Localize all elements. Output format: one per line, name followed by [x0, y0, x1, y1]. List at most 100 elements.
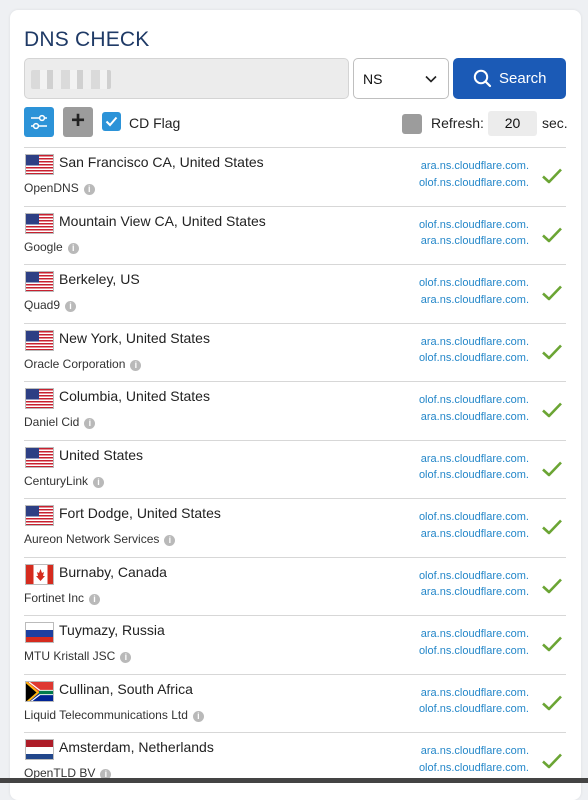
flag-us-icon [25, 212, 54, 234]
info-icon[interactable]: i [130, 359, 142, 371]
cd-flag-label: CD Flag [129, 115, 181, 131]
nameserver-value: olof.ns.cloudflare.com. [418, 277, 529, 289]
nameserver-value: olof.ns.cloudflare.com. [418, 569, 529, 582]
result-row: Columbia, United States Daniel Cid i olof.n… [24, 381, 566, 440]
info-icon[interactable]: i [93, 476, 105, 488]
refresh-interval-input[interactable]: 20 [488, 111, 537, 136]
result-provider-name: Liquid Telecommunications Ltd [24, 707, 188, 722]
result-location: Columbia, United States [59, 388, 210, 404]
result-provider-name: Fortinet Inc [24, 590, 85, 605]
check-icon [541, 460, 563, 483]
info-icon[interactable]: i [84, 418, 96, 429]
result-provider: OpenDNS i [24, 181, 95, 195]
nameserver-value: olof.ns.cloudflare.com. [418, 703, 529, 715]
check-icon [541, 226, 563, 249]
result-row: Mountain View CA, United States Google i ol… [24, 205, 566, 265]
page-title: DNS CHECK [24, 28, 150, 51]
flag-us-icon [25, 388, 54, 409]
info-icon[interactable]: i [164, 535, 176, 546]
result-row: Tuymazy, Russia MTU Kristall JSC i ara.ns.c… [24, 615, 566, 674]
result-provider-name: OpenDNS [24, 181, 79, 195]
check-icon [541, 284, 563, 307]
nameserver-value: ara.ns.cloudflare.com. [420, 527, 529, 540]
refresh-checkbox[interactable] [402, 114, 422, 134]
result-location: Berkeley, US [59, 271, 140, 287]
bottom-edge [0, 778, 588, 783]
flag-us-icon [25, 446, 54, 468]
nameserver-value: ara.ns.cloudflare.com. [420, 235, 529, 247]
nameserver-value: ara.ns.cloudflare.com. [420, 586, 529, 598]
nameserver-value: ara.ns.cloudflare.com. [420, 335, 529, 348]
info-icon[interactable]: i [65, 301, 77, 312]
plus-icon: + [70, 107, 85, 134]
info-icon[interactable]: i [192, 710, 204, 722]
result-nameservers: ara.ns.cloudflare.com. olof.ns.cloudflare… [419, 685, 529, 718]
cd-flag-checkbox[interactable] [102, 112, 121, 131]
nameserver-value: ara.ns.cloudflare.com. [420, 293, 529, 306]
check-icon [541, 577, 563, 600]
result-location: Cullinan, South Africa [59, 680, 193, 697]
info-icon[interactable]: i [120, 652, 132, 663]
nameserver-value: olof.ns.cloudflare.com. [418, 176, 529, 189]
result-provider: Quad9 i [24, 298, 77, 312]
check-icon [541, 752, 563, 775]
result-location: San Francisco CA, United States [59, 154, 264, 170]
domain-input[interactable] [24, 58, 349, 99]
result-provider: Fortinet Inc i [24, 590, 101, 605]
sliders-icon [31, 114, 47, 130]
result-row: Berkeley, US Quad9 i olof.ns.cloudflare.com… [24, 264, 566, 323]
result-location: Fort Dodge, United States [59, 505, 221, 521]
search-button[interactable]: Search [453, 58, 566, 99]
flag-us-icon [25, 271, 54, 292]
result-location: United States [59, 446, 144, 463]
nameserver-value: ara.ns.cloudflare.com. [420, 628, 529, 640]
record-type-value: NS [363, 71, 383, 87]
nameserver-value: ara.ns.cloudflare.com. [420, 410, 529, 423]
result-provider: MTU Kristall JSC i [24, 649, 132, 663]
refresh-label: Refresh: [431, 115, 484, 131]
result-nameservers: ara.ns.cloudflare.com. olof.ns.cloudflare… [419, 158, 529, 191]
result-provider: Daniel Cid i [24, 415, 96, 429]
result-nameservers: olof.ns.cloudflare.com. ara.ns.cloudflare… [419, 275, 529, 308]
result-provider-name: Oracle Corporation [24, 356, 126, 371]
check-icon [541, 635, 563, 658]
info-icon[interactable]: i [67, 242, 79, 254]
nameserver-value: olof.ns.cloudflare.com. [418, 218, 529, 231]
record-type-select[interactable]: NS [353, 58, 449, 99]
result-row: New York, United States Oracle Corporatio… [24, 322, 566, 382]
nameserver-value: ara.ns.cloudflare.com. [420, 452, 529, 465]
flag-ru-icon [25, 622, 54, 643]
nameserver-value: olof.ns.cloudflare.com. [418, 352, 529, 364]
add-button[interactable]: + [63, 107, 93, 137]
result-row: Burnaby, Canada Fortinet Inc i olof.ns.clou… [24, 556, 566, 616]
result-location: Amsterdam, Netherlands [59, 739, 214, 755]
result-provider: Liquid Telecommunications Ltd i [24, 708, 204, 722]
results-list: San Francisco CA, United States OpenDNS i a… [24, 147, 566, 791]
check-icon [541, 343, 563, 366]
check-icon [541, 518, 563, 541]
result-provider-name: Quad9 [24, 298, 61, 312]
flag-nl-icon [25, 739, 54, 760]
result-provider: Google i [24, 240, 79, 254]
nameserver-value: olof.ns.cloudflare.com. [418, 511, 529, 523]
nameserver-value: ara.ns.cloudflare.com. [420, 745, 529, 757]
flag-za-icon [25, 680, 54, 702]
result-provider-name: Google [24, 239, 63, 254]
refresh-unit-label: sec. [542, 115, 568, 131]
result-provider-name: CenturyLink [24, 473, 89, 488]
nameserver-value: olof.ns.cloudflare.com. [418, 761, 529, 774]
info-icon[interactable]: i [83, 184, 95, 195]
result-row: United States CenturyLink i ara.ns.cloudfla… [24, 439, 566, 499]
flag-us-icon [25, 505, 54, 526]
result-nameservers: olof.ns.cloudflare.com. ara.ns.cloudflare… [419, 217, 529, 250]
info-icon[interactable]: i [89, 593, 101, 605]
settings-button[interactable] [24, 107, 54, 137]
result-location: Burnaby, Canada [59, 563, 167, 580]
flag-us-icon [25, 154, 54, 175]
nameserver-value: ara.ns.cloudflare.com. [420, 686, 529, 699]
result-row: Fort Dodge, United States Aureon Network … [24, 498, 566, 557]
nameserver-value: olof.ns.cloudflare.com. [418, 644, 529, 657]
check-icon [541, 167, 563, 190]
check-icon [541, 401, 563, 424]
result-provider-name: Daniel Cid [24, 415, 80, 429]
